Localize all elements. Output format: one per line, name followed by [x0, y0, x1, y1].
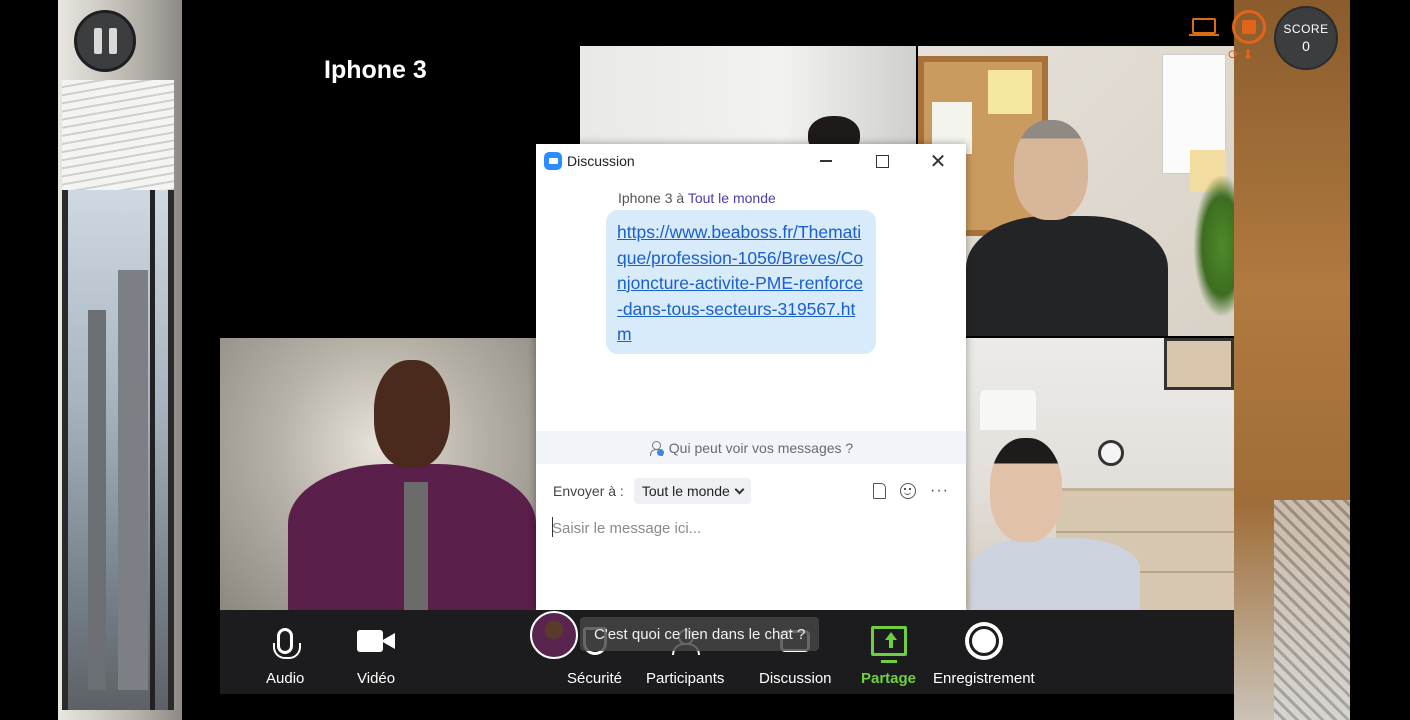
participants-label: Participants: [646, 670, 725, 687]
send-to-label: Envoyer à :: [553, 483, 624, 499]
video-tile-participant-3[interactable]: [220, 338, 536, 610]
recipient-selected: Tout le monde: [641, 483, 730, 499]
pause-bar: [93, 28, 102, 54]
office-window: [62, 190, 174, 710]
window-blinds: [62, 80, 174, 190]
chevron-down-icon: [734, 484, 745, 494]
score-badge: SCORE 0: [1274, 6, 1338, 70]
participant-tie: [404, 482, 428, 610]
window-controls: ✕: [798, 144, 966, 178]
plant: [1194, 176, 1234, 316]
text-caret: [552, 517, 553, 537]
laptop-icon[interactable]: [1189, 18, 1219, 36]
clock-icon: [1098, 440, 1124, 466]
chat-tools: ···: [873, 482, 949, 500]
privacy-dot: [656, 448, 664, 456]
lamp: [980, 390, 1036, 430]
participant-shirt: [966, 216, 1168, 336]
zoom-icon: [544, 152, 562, 170]
message-bubble: https://www.beaboss.fr/Thematique/profes…: [606, 210, 876, 354]
microphone-icon: [273, 622, 302, 660]
pause-bar: [108, 28, 117, 54]
record-icon: [964, 622, 1003, 660]
dialogue-prompt[interactable]: C'est quoi ce lien dans le chat ?: [580, 617, 820, 651]
score-value: 0: [1302, 38, 1310, 54]
meeting-title: Iphone 3: [324, 56, 427, 84]
score-label: SCORE: [1283, 22, 1329, 36]
chat-titlebar[interactable]: Discussion ✕: [536, 144, 966, 178]
pause-button[interactable]: [74, 10, 136, 72]
record-button[interactable]: Enregistrement: [933, 622, 1035, 687]
video-button[interactable]: Vidéo: [357, 622, 395, 687]
chat-messages: Iphone 3 à Tout le monde https://www.bea…: [536, 178, 966, 430]
audio-button[interactable]: Audio: [266, 622, 304, 687]
audio-label: Audio: [266, 670, 305, 687]
minimize-button[interactable]: [798, 144, 854, 178]
message-header: Iphone 3 à Tout le monde: [618, 190, 776, 206]
close-button[interactable]: ✕: [910, 144, 966, 178]
file-icon[interactable]: [873, 483, 887, 499]
message-connector: à: [676, 190, 685, 206]
chat-title: Discussion: [567, 153, 635, 169]
message-link[interactable]: https://www.beaboss.fr/Thematique/profes…: [617, 220, 864, 348]
chat-window: Discussion ✕ Iphone 3 à Tout le monde ht…: [536, 144, 966, 610]
share-label: Partage: [861, 670, 917, 687]
privacy-text: Qui peut voir vos messages ?: [668, 439, 854, 456]
app-stage: Iphone 3 ⟳ ⬇ SCORE 0 Discussion ✕ Iphone…: [0, 0, 1410, 720]
recipient-dropdown[interactable]: Tout le monde: [633, 478, 751, 504]
message-recipient: Tout le monde: [687, 190, 776, 206]
person-lock-icon: [649, 440, 664, 456]
video-tile-participant-4[interactable]: [966, 338, 1234, 610]
sticky-note: [988, 70, 1032, 114]
send-to-row: Envoyer à : Tout le monde ···: [553, 476, 949, 506]
office-wall-right: [1234, 0, 1350, 720]
message-sender: Iphone 3: [618, 190, 673, 206]
wall-frame: [1164, 338, 1234, 390]
participant-head: [374, 360, 450, 468]
participant-shirt: [970, 538, 1140, 610]
message-input[interactable]: [552, 514, 948, 542]
video-label: Vidéo: [357, 670, 396, 687]
emoji-icon[interactable]: [900, 483, 917, 499]
chat-label: Discussion: [759, 670, 832, 687]
stop-icon[interactable]: [1232, 10, 1266, 44]
participant-head: [1014, 120, 1088, 220]
sync-icon: ⟳ ⬇: [1228, 47, 1254, 62]
participant-head: [990, 438, 1062, 542]
more-icon[interactable]: ···: [930, 482, 949, 500]
camera-icon: [357, 622, 396, 660]
security-label: Sécurité: [567, 670, 623, 687]
participant-hair: [808, 116, 860, 146]
maximize-button[interactable]: [854, 144, 910, 178]
privacy-notice[interactable]: Qui peut voir vos messages ?: [536, 431, 966, 464]
video-tile-participant-1[interactable]: [580, 46, 916, 146]
record-label: Enregistrement: [933, 670, 1035, 687]
window-mullion: [150, 190, 155, 710]
share-screen-icon: [870, 622, 907, 663]
share-button[interactable]: Partage: [861, 622, 916, 687]
speaker-avatar: [530, 611, 578, 659]
